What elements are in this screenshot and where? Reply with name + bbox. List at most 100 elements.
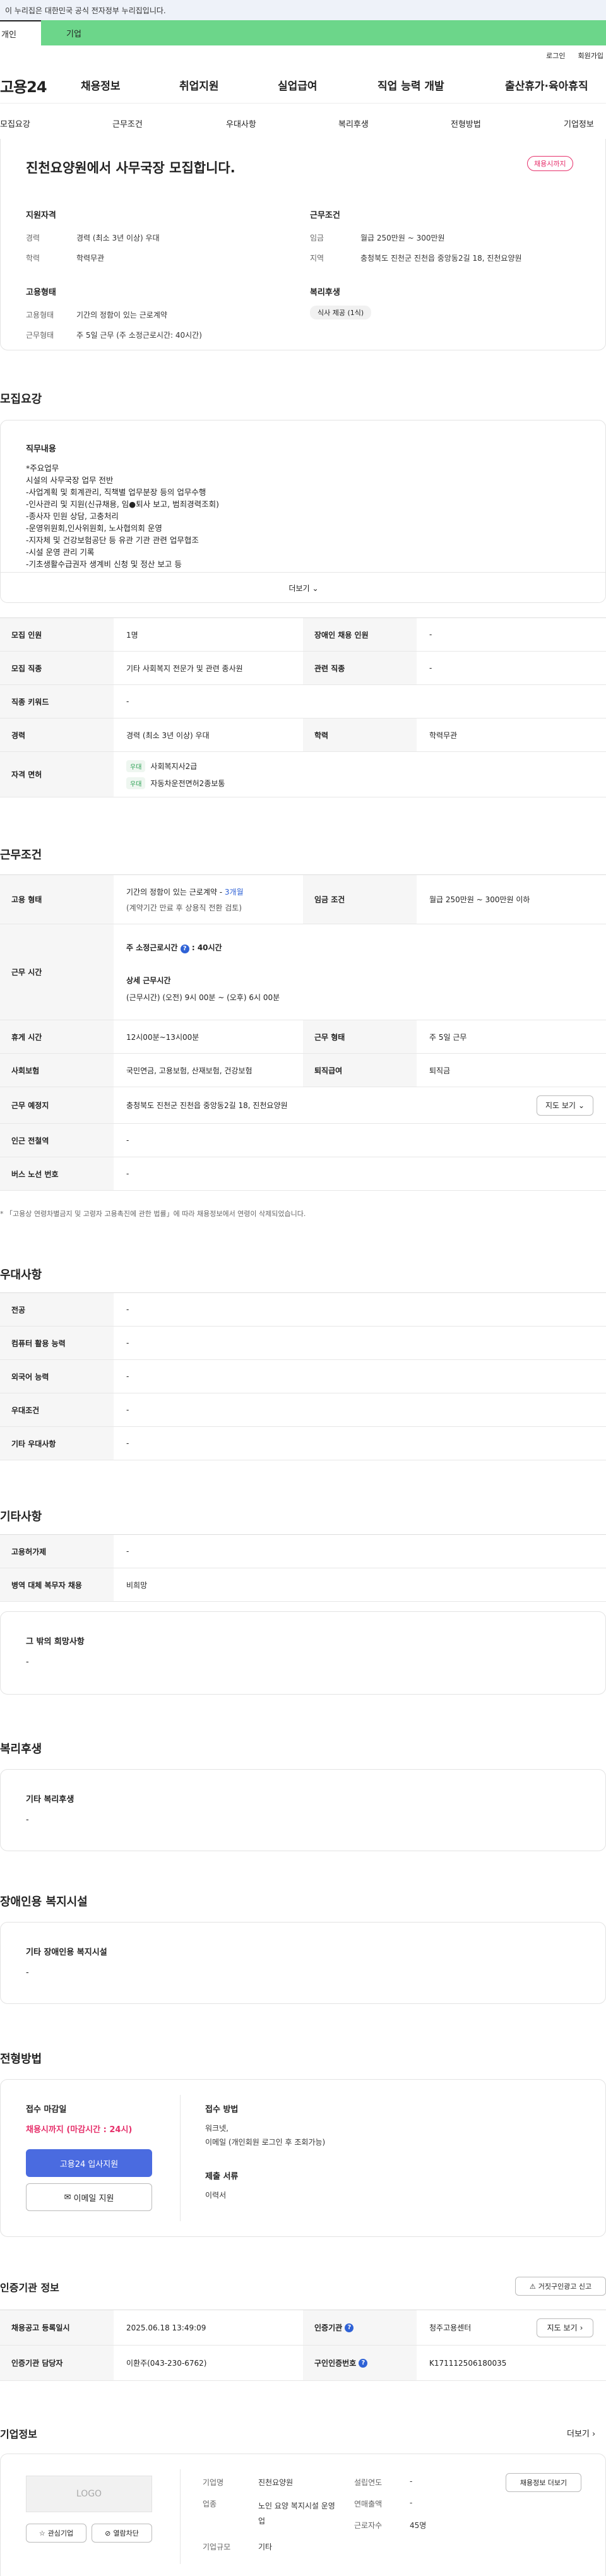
agency-map-label: 지도 보기	[547, 2323, 578, 2332]
subnav-conditions[interactable]: 근무조건	[112, 117, 143, 129]
favorite-company-button[interactable]: ☆ 관심기업	[26, 2524, 86, 2543]
row-value: 학력무관	[429, 730, 458, 740]
company-more-link[interactable]: 더보기 ›	[567, 2427, 595, 2439]
age-notice: * 「고용상 연령차별금지 및 고령자 고용촉진에 관한 법률」에 따라 채용정…	[0, 1210, 306, 1218]
agency-cell: 청주고용센터 지도 보기 ›	[417, 2310, 606, 2345]
row-header: 자격 면허	[0, 752, 114, 797]
block-icon: ⊘	[105, 2529, 111, 2537]
table-row: 근무 시간 주 소정근로시간 ? : 40시간 상세 근무시간 (근무시간) (…	[0, 924, 606, 1020]
subnav-recruit[interactable]: 모집요강	[0, 117, 30, 129]
edu-label: 학력	[26, 254, 40, 263]
false-ad-report-button[interactable]: ⚠ 거짓구인광고 신고	[515, 2277, 606, 2296]
company-size-label: 기업규모	[203, 2543, 231, 2551]
login-link[interactable]: 로그인	[546, 51, 565, 61]
subnav-welfare[interactable]: 복리후생	[338, 117, 369, 129]
row-header: 모집 직종	[0, 652, 114, 684]
subnav-company[interactable]: 기업정보	[564, 117, 594, 129]
prefer-heading: 우대사항	[0, 1268, 42, 1282]
row-header: 근무 예정지	[0, 1087, 114, 1123]
row-value: -	[126, 1405, 129, 1414]
gnb-item-parental-leave[interactable]: 출산휴가·육아휴직	[505, 66, 588, 104]
row-value: 12시00분~13시00분	[126, 1032, 199, 1042]
email-apply-button[interactable]: ✉ 이메일 지원	[26, 2183, 152, 2211]
duty-more-button[interactable]: 더보기 ⌄	[1, 572, 605, 602]
table-row: 우대조건 -	[0, 1393, 606, 1427]
subnav-process[interactable]: 전형방법	[451, 117, 481, 129]
map-view-button[interactable]: 지도 보기 ⌄	[537, 1095, 593, 1116]
site-logo[interactable]: 고용24	[0, 75, 47, 97]
conditions-heading: 근무조건	[310, 211, 340, 220]
duty-line: -종사자 민원 상담, 고충처리	[26, 511, 119, 521]
row-header: 채용공고 등록일시	[0, 2310, 114, 2345]
row-value: -	[126, 1169, 129, 1178]
benefit-card: 기타 복리후생 -	[0, 1769, 606, 1851]
gnb-item-jobs[interactable]: 채용정보	[81, 66, 121, 104]
info-icon[interactable]: ?	[345, 2323, 354, 2332]
industry-label: 업종	[203, 2500, 217, 2508]
duty-line: *주요업무	[26, 463, 59, 473]
duty-line: 시설의 사무국장 업무 전반	[26, 475, 114, 485]
report-label: 거짓구인광고 신고	[538, 2282, 592, 2291]
divider	[180, 2095, 181, 2221]
row-value: 2025.06.18 13:49:09	[126, 2323, 206, 2332]
mail-icon: ✉	[64, 2192, 71, 2202]
duty-card: 직무내용 *주요업무 시설의 사무국장 업무 전반 -사업계획 및 회계관리, …	[0, 420, 606, 603]
row-header: 직종 키워드	[0, 685, 114, 718]
row-value: 기타 사회복지 전문가 및 관련 종사원	[126, 664, 243, 673]
tab-company[interactable]: 기업	[41, 20, 606, 45]
table-row: 경력 경력 (최소 3년 이상) 우대 학력 학력무관	[0, 719, 606, 752]
table-row: 모집 직종 기타 사회복지 전문가 및 관련 종사원 관련 직종 -	[0, 652, 606, 685]
government-notice-bar: 이 누리집은 대한민국 공식 전자정부 누리집입니다.	[0, 0, 606, 20]
area-label: 지역	[310, 254, 324, 263]
recruit-table: 모집 인원 1명 장애인 채용 인원 - 모집 직종 기타 사회복지 전문가 및…	[0, 617, 606, 797]
employees-label: 근로자수	[354, 2521, 383, 2530]
gnb-item-job-training[interactable]: 직업 능력 개발	[377, 66, 444, 104]
table-row: 외국어 능력 -	[0, 1360, 606, 1393]
info-icon[interactable]: ?	[180, 944, 189, 953]
table-row: 버스 노선 번호 -	[0, 1157, 606, 1191]
info-icon[interactable]: ?	[359, 2358, 368, 2368]
apply-button[interactable]: 고용24 입사지원	[26, 2149, 152, 2177]
tab-personal[interactable]: 개인	[0, 20, 41, 45]
license-name: 사회복지사2급	[150, 761, 198, 771]
employment-type-value: 기간의 정함이 있는 근로계약	[76, 311, 167, 319]
agency-heading: 인증기관 정보	[0, 2282, 59, 2294]
detail-hours-title: 상세 근무시간	[126, 975, 171, 985]
chevron-down-icon: ⌄	[578, 1100, 585, 1110]
qualification-heading: 지원자격	[26, 211, 56, 220]
disabled-facility-heading: 장애인용 복지시설	[0, 1895, 88, 1909]
subnav-preferences[interactable]: 우대사항	[226, 117, 256, 129]
license-list: 우대 사회복지사2급 우대 자동차운전면허2종보통	[114, 752, 606, 797]
process-heading: 전형방법	[0, 2053, 42, 2066]
docs-title: 제출 서류	[205, 2172, 239, 2181]
company-card: LOGO ☆ 관심기업 ⊘ 열람차단 기업명 진천요양원 업종 노인 요양 복지시설…	[0, 2454, 606, 2576]
welfare-badge: 식사 제공 (1식)	[310, 306, 372, 319]
license-item: 우대 자동차운전면허2종보통	[126, 777, 225, 789]
table-row: 사회보험 국민연금, 고용보험, 산재보험, 건강보험 퇴직급여 퇴직금	[0, 1054, 606, 1087]
agency-header: 인증기관 ?	[303, 2310, 417, 2345]
license-item: 우대 사회복지사2급	[126, 760, 197, 772]
area-value: 충청북도 진천군 진천읍 중앙동2길 18, 진천요양원	[360, 254, 522, 263]
gnb-item-unemployment-benefit[interactable]: 실업급여	[278, 66, 318, 104]
duty-line: -인사관리 및 지원(신규채용, 임●퇴사 보고, 범죄경력조회)	[26, 499, 219, 509]
prefer-table: 전공 - 컴퓨터 활용 능력 - 외국어 능력 - 우대조건 - 기타 우대사항 -	[0, 1292, 606, 1460]
block-company-button[interactable]: ⊘ 열람차단	[92, 2524, 152, 2543]
weekly-hours-label: 주 소정근로시간	[126, 943, 178, 952]
gnb-item-employment-support[interactable]: 취업지원	[179, 66, 219, 104]
revenue-label: 연매출액	[354, 2500, 383, 2508]
row-value: -	[126, 1136, 129, 1145]
signup-link[interactable]: 회원가입	[578, 51, 603, 61]
duty-heading: 직무내용	[26, 444, 56, 454]
detail-hours-value: (근무시간) (오전) 9시 00분 ~ (오후) 6시 00분	[126, 993, 280, 1002]
agency-map-button[interactable]: 지도 보기 ›	[537, 2318, 593, 2337]
row-header: 컴퓨터 활용 능력	[0, 1327, 114, 1359]
company-jobs-button[interactable]: 채용정보 더보기	[506, 2473, 581, 2492]
work-table: 고용 형태 기간의 정함이 있는 근로계약 - 3개월 (계약기간 만료 후 상…	[0, 874, 606, 1191]
row-header: 버스 노선 번호	[0, 1157, 114, 1190]
revenue-value: -	[410, 2498, 413, 2507]
deadline-value: 채용시까지 (마감시간 : 24시)	[26, 2125, 133, 2135]
row-header: 고용 형태	[0, 875, 114, 924]
report-icon: ⚠	[529, 2282, 536, 2291]
benefit-value: -	[26, 1815, 29, 1825]
portal-tabs: 개인 기업	[0, 20, 606, 45]
